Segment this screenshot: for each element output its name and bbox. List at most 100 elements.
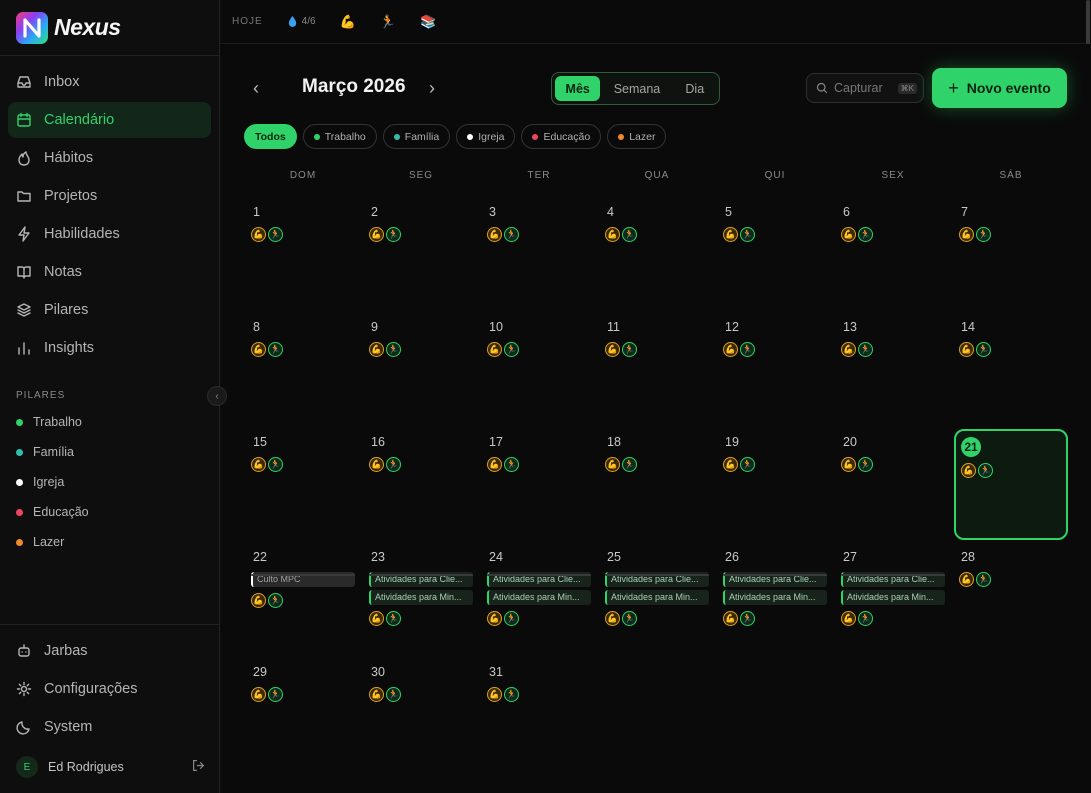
filter-chip[interactable]: Família bbox=[382, 124, 451, 149]
event-chip[interactable]: Atividades para Clie... bbox=[841, 572, 945, 587]
filter-chip[interactable]: Todos bbox=[244, 124, 297, 149]
runner-icon[interactable]: 🏃 bbox=[976, 572, 991, 587]
runner-icon[interactable]: 🏃 bbox=[976, 227, 991, 242]
day-cell[interactable]: 8 💪 🏃 bbox=[244, 312, 362, 427]
muscle-icon[interactable]: 💪 bbox=[723, 342, 738, 357]
day-cell[interactable]: 20 💪 🏃 bbox=[834, 427, 952, 542]
new-event-button[interactable]: + Novo evento bbox=[932, 68, 1067, 108]
runner-icon[interactable]: 🏃 bbox=[504, 342, 519, 357]
muscle-icon[interactable]: 💪 bbox=[251, 457, 266, 472]
filter-chip[interactable]: Igreja bbox=[456, 124, 516, 149]
runner-icon[interactable]: 🏃 bbox=[268, 227, 283, 242]
filter-chip[interactable]: Lazer bbox=[607, 124, 667, 149]
filter-chip[interactable]: Educação bbox=[521, 124, 602, 149]
filter-chip[interactable]: Trabalho bbox=[302, 124, 377, 149]
day-cell[interactable]: 5 💪 🏃 bbox=[716, 197, 834, 312]
day-cell[interactable]: 26 Atividades para Clie... Atividades para… bbox=[716, 542, 834, 657]
day-cell[interactable]: 13 💪 🏃 bbox=[834, 312, 952, 427]
event-chip[interactable]: Atividades para Clie... bbox=[369, 572, 473, 587]
muscle-icon[interactable]: 💪 bbox=[487, 687, 502, 702]
day-cell[interactable]: 16 💪 🏃 bbox=[362, 427, 480, 542]
runner-icon[interactable]: 🏃 bbox=[268, 457, 283, 472]
runner-icon[interactable]: 🏃 bbox=[740, 457, 755, 472]
pillar-item[interactable]: Educação bbox=[0, 497, 219, 527]
day-cell[interactable]: 22 Culto MPC 💪 🏃 bbox=[244, 542, 362, 657]
event-chip[interactable]: Atividades para Min... bbox=[723, 590, 827, 605]
muscle-icon[interactable]: 💪 bbox=[723, 457, 738, 472]
muscle-icon[interactable]: 💪 bbox=[340, 14, 356, 30]
day-cell[interactable]: 17 💪 🏃 bbox=[480, 427, 598, 542]
day-cell[interactable]: 18 💪 🏃 bbox=[598, 427, 716, 542]
day-cell[interactable]: 29 💪 🏃 bbox=[244, 657, 362, 772]
capture-search[interactable]: Capturar ⌘K bbox=[806, 73, 924, 103]
muscle-icon[interactable]: 💪 bbox=[251, 342, 266, 357]
nav-item-projetos[interactable]: Projetos bbox=[8, 178, 211, 214]
event-chip[interactable]: Atividades para Clie... bbox=[605, 572, 709, 587]
pillar-item[interactable]: Família bbox=[0, 437, 219, 467]
pillar-item[interactable]: Trabalho bbox=[0, 407, 219, 437]
muscle-icon[interactable]: 💪 bbox=[959, 227, 974, 242]
scrollbar[interactable] bbox=[1086, 0, 1090, 44]
muscle-icon[interactable]: 💪 bbox=[723, 227, 738, 242]
runner-icon[interactable]: 🏃 bbox=[622, 227, 637, 242]
muscle-icon[interactable]: 💪 bbox=[487, 457, 502, 472]
day-cell[interactable]: 24 Atividades para Clie... Atividades para… bbox=[480, 542, 598, 657]
runner-icon[interactable]: 🏃 bbox=[268, 342, 283, 357]
muscle-icon[interactable]: 💪 bbox=[723, 611, 738, 626]
muscle-icon[interactable]: 💪 bbox=[369, 342, 384, 357]
prev-month-button[interactable]: ‹ bbox=[244, 76, 268, 100]
muscle-icon[interactable]: 💪 bbox=[369, 611, 384, 626]
runner-icon[interactable]: 🏃 bbox=[504, 227, 519, 242]
runner-icon[interactable]: 🏃 bbox=[858, 457, 873, 472]
runner-icon[interactable]: 🏃 bbox=[386, 227, 401, 242]
day-cell[interactable]: 30 💪 🏃 bbox=[362, 657, 480, 772]
day-cell[interactable]: 10 💪 🏃 bbox=[480, 312, 598, 427]
pillar-item[interactable]: Lazer bbox=[0, 527, 219, 557]
muscle-icon[interactable]: 💪 bbox=[605, 457, 620, 472]
runner-icon[interactable]: 🏃 bbox=[976, 342, 991, 357]
runner-icon[interactable]: 🏃 bbox=[504, 687, 519, 702]
event-chip[interactable]: Atividades para Min... bbox=[369, 590, 473, 605]
day-cell[interactable]: 2 💪 🏃 bbox=[362, 197, 480, 312]
runner-icon[interactable]: 🏃 bbox=[380, 14, 396, 30]
muscle-icon[interactable]: 💪 bbox=[369, 687, 384, 702]
muscle-icon[interactable]: 💪 bbox=[251, 687, 266, 702]
nav-item-pilares[interactable]: Pilares bbox=[8, 292, 211, 328]
muscle-icon[interactable]: 💪 bbox=[487, 342, 502, 357]
muscle-icon[interactable]: 💪 bbox=[487, 227, 502, 242]
muscle-icon[interactable]: 💪 bbox=[959, 572, 974, 587]
nav-item-habilidades[interactable]: Habilidades bbox=[8, 216, 211, 252]
nav-item-insights[interactable]: Insights bbox=[8, 330, 211, 366]
nav-item-calendario[interactable]: Calendário bbox=[8, 102, 211, 138]
day-cell[interactable]: 9 💪 🏃 bbox=[362, 312, 480, 427]
runner-icon[interactable]: 🏃 bbox=[622, 611, 637, 626]
runner-icon[interactable]: 🏃 bbox=[268, 593, 283, 608]
runner-icon[interactable]: 🏃 bbox=[386, 457, 401, 472]
day-cell[interactable]: 11 💪 🏃 bbox=[598, 312, 716, 427]
brand[interactable]: Nexus bbox=[0, 0, 219, 56]
nav-item-inbox[interactable]: Inbox bbox=[8, 64, 211, 100]
day-cell[interactable]: 1 💪 🏃 bbox=[244, 197, 362, 312]
day-cell[interactable]: 27 Atividades para Clie... Atividades para… bbox=[834, 542, 952, 657]
view-dia[interactable]: Dia bbox=[674, 76, 716, 101]
user-profile[interactable]: E Ed Rodrigues bbox=[8, 747, 211, 787]
runner-icon[interactable]: 🏃 bbox=[740, 611, 755, 626]
day-cell[interactable]: 21 💪 🏃 bbox=[954, 429, 1068, 540]
event-chip[interactable]: Atividades para Min... bbox=[841, 590, 945, 605]
runner-icon[interactable]: 🏃 bbox=[858, 342, 873, 357]
muscle-icon[interactable]: 💪 bbox=[251, 593, 266, 608]
view-semana[interactable]: Semana bbox=[602, 76, 671, 101]
day-cell[interactable]: 3 💪 🏃 bbox=[480, 197, 598, 312]
runner-icon[interactable]: 🏃 bbox=[386, 342, 401, 357]
nav-item-jarbas[interactable]: Jarbas bbox=[8, 633, 211, 669]
nav-item-habitos[interactable]: Hábitos bbox=[8, 140, 211, 176]
event-chip[interactable]: Atividades para Min... bbox=[605, 590, 709, 605]
muscle-icon[interactable]: 💪 bbox=[841, 227, 856, 242]
runner-icon[interactable]: 🏃 bbox=[858, 227, 873, 242]
day-cell[interactable]: 31 💪 🏃 bbox=[480, 657, 598, 772]
event-chip[interactable]: Atividades para Clie... bbox=[723, 572, 827, 587]
books-icon[interactable]: 📚 bbox=[420, 14, 436, 30]
day-cell[interactable]: 25 Atividades para Clie... Atividades para… bbox=[598, 542, 716, 657]
muscle-icon[interactable]: 💪 bbox=[961, 463, 976, 478]
day-cell[interactable]: 12 💪 🏃 bbox=[716, 312, 834, 427]
